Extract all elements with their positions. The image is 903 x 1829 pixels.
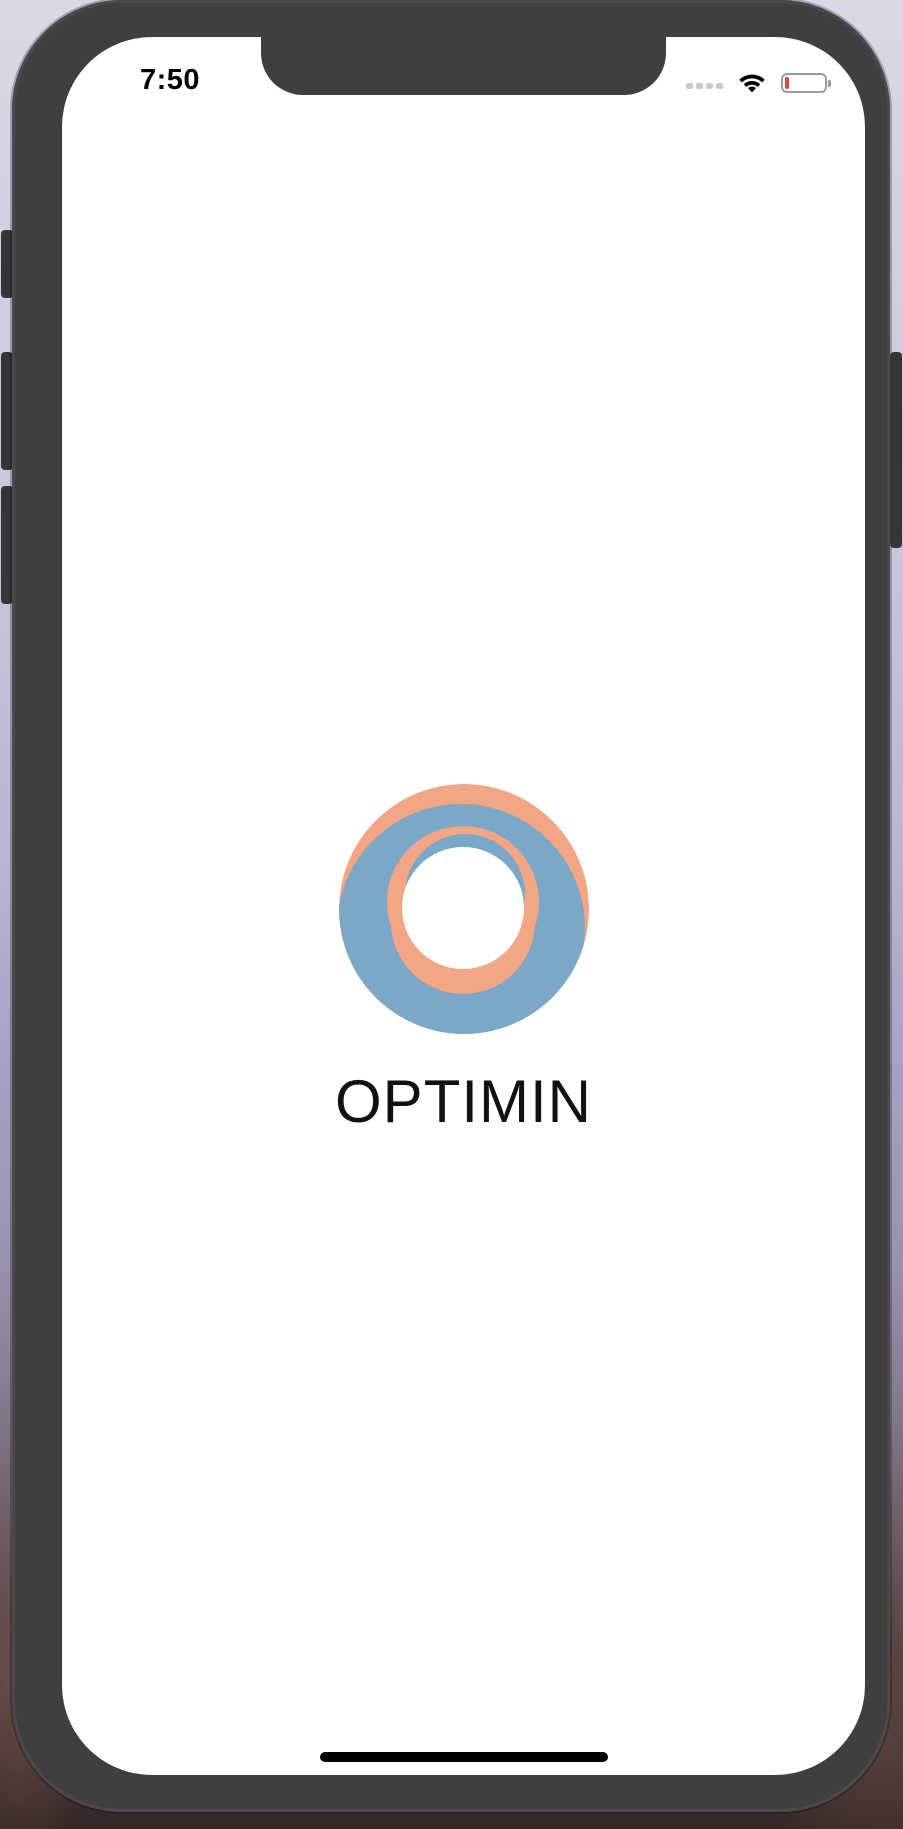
- battery-level-fill: [785, 77, 789, 89]
- power-button: [890, 352, 902, 548]
- status-time: 7:50: [140, 64, 201, 96]
- device-screen: 7:50 OPTIMIN: [62, 37, 865, 1775]
- optimin-logo-icon: [339, 784, 589, 1034]
- wifi-icon: [737, 72, 767, 94]
- home-indicator[interactable]: [320, 1752, 608, 1762]
- status-indicators: [686, 68, 831, 98]
- notch: [261, 37, 666, 95]
- battery-icon: [781, 73, 831, 93]
- cellular-signal-icon: [686, 77, 723, 89]
- device-frame: 7:50 OPTIMIN: [12, 0, 890, 1812]
- app-title: OPTIMIN: [335, 1068, 592, 1135]
